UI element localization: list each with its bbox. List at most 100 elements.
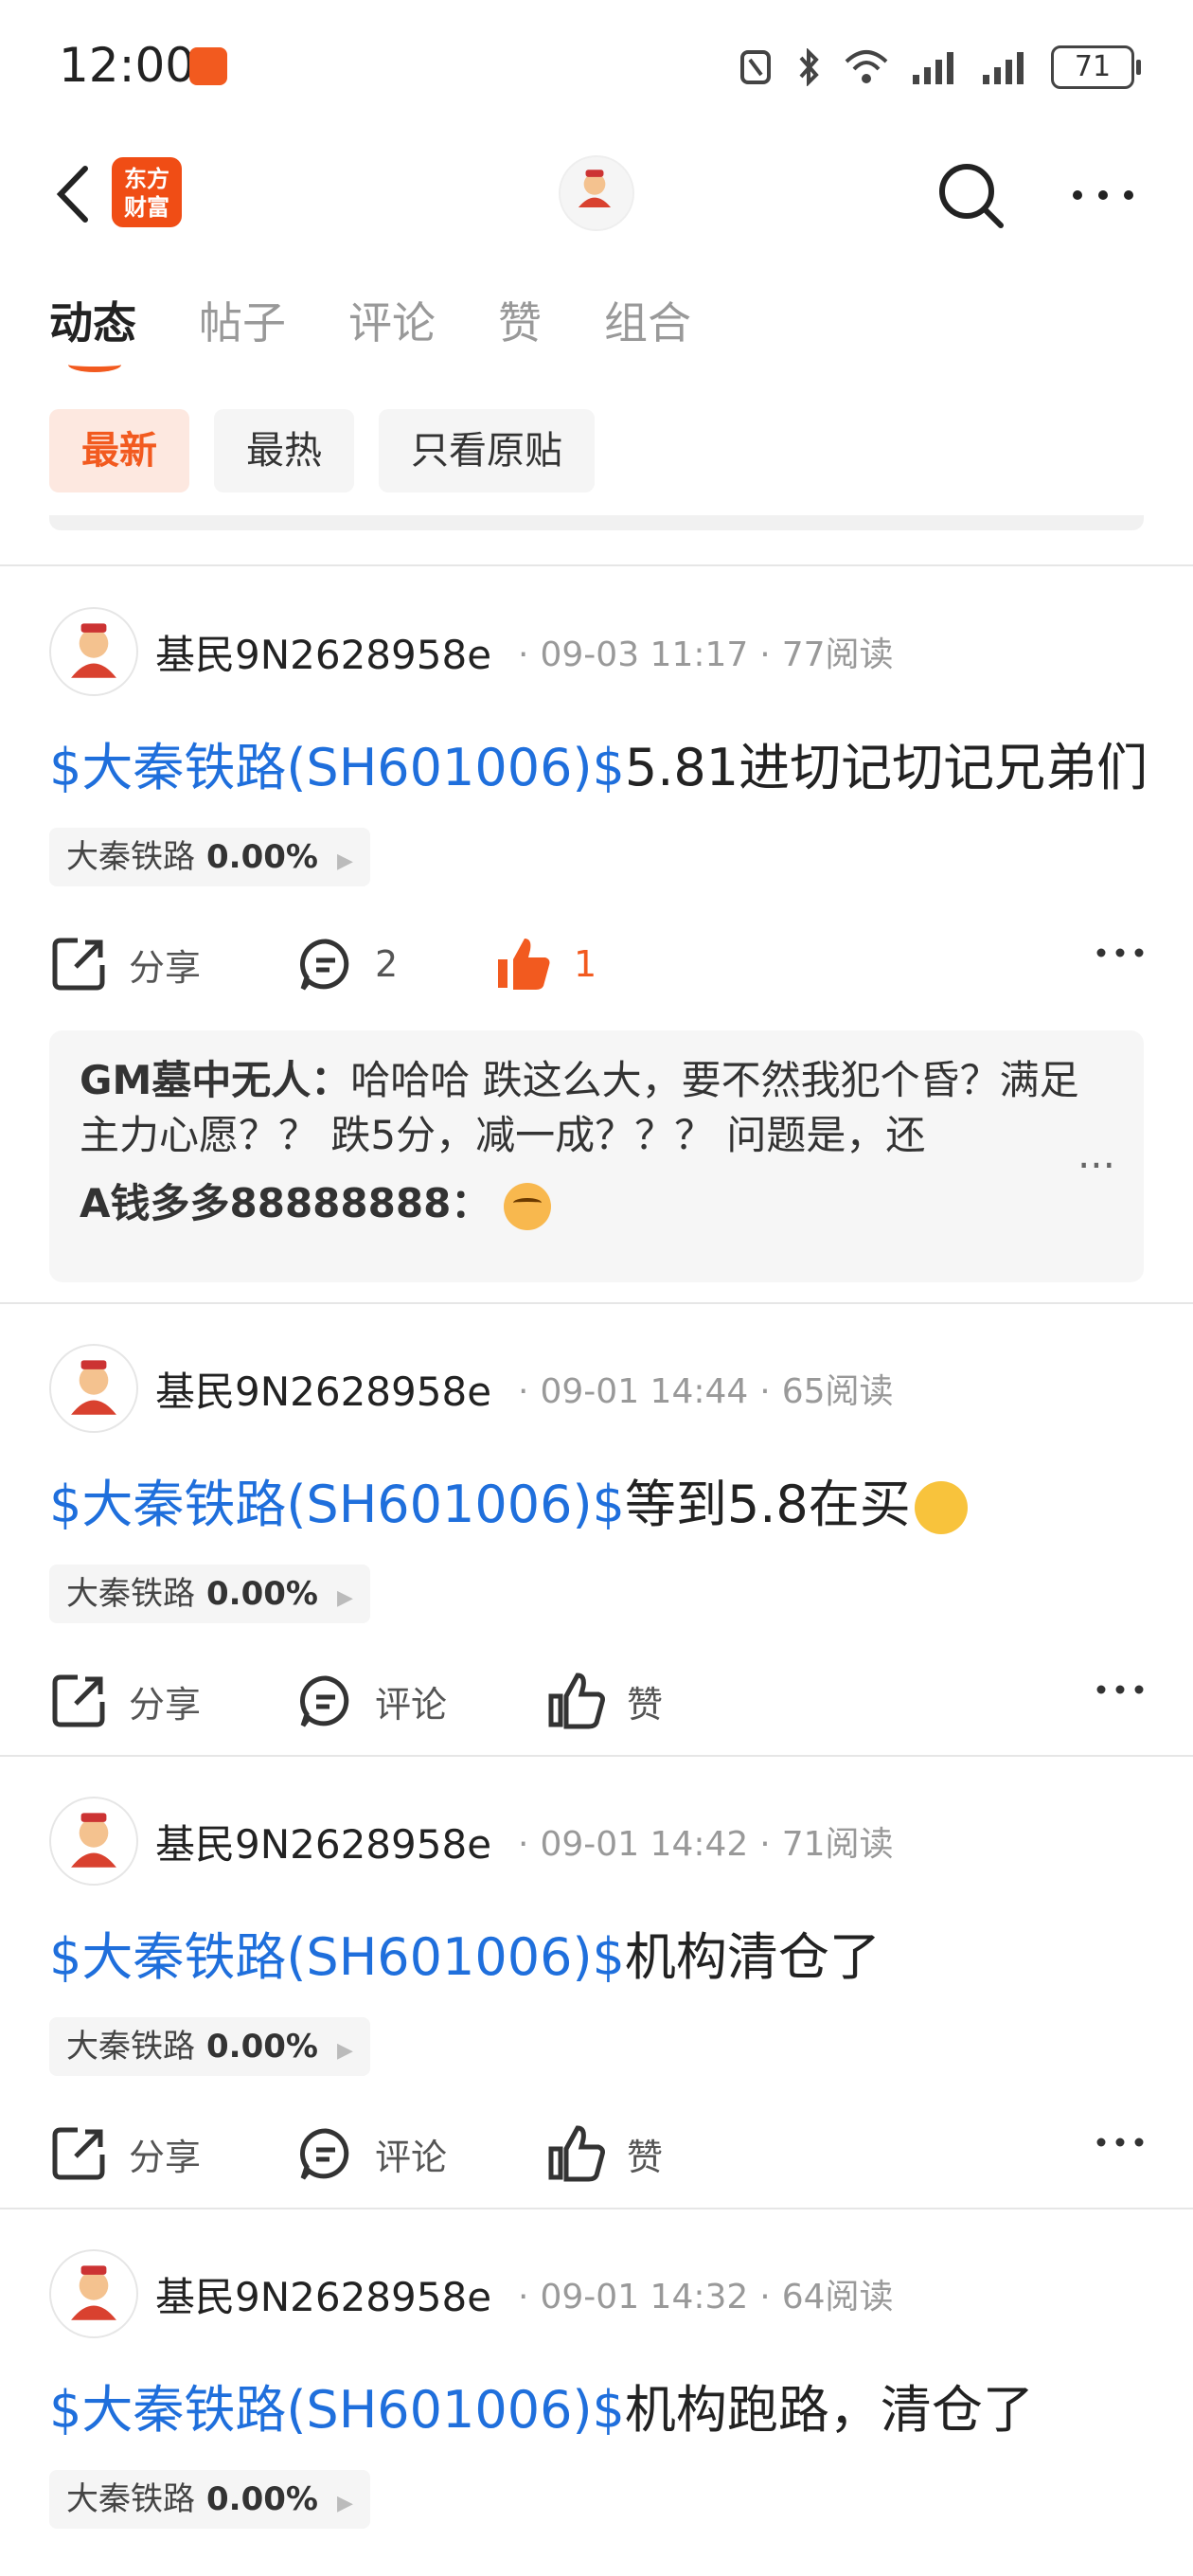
search-icon[interactable] — [933, 157, 1008, 233]
author-name[interactable]: 基民9N2628958e — [155, 623, 491, 681]
share-icon — [52, 1674, 105, 1727]
post-meta: · 09-03 11:17 · 77阅读 — [518, 635, 894, 674]
stock-link[interactable]: $大秦铁路(SH601006)$ — [49, 738, 625, 797]
stock-tag-name: 大秦铁路 — [66, 838, 195, 876]
share-icon — [52, 2127, 105, 2180]
post-actions: 分享 2 1 — [49, 926, 1144, 1002]
more-options-icon[interactable] — [1096, 2137, 1144, 2148]
comment-icon — [299, 939, 349, 991]
avatar[interactable] — [49, 1344, 138, 1433]
tab-dynamics[interactable]: 动态 — [49, 289, 136, 372]
comment-icon — [299, 1675, 349, 1727]
thumbs-up-icon — [548, 1673, 605, 1729]
laugh-cry-emoji-icon — [914, 1481, 968, 1535]
post-meta: · 09-01 14:32 · 64阅读 — [518, 2278, 894, 2317]
like-count: 1 — [574, 943, 597, 985]
signal-icon-2 — [983, 52, 1024, 84]
user-avatar-icon[interactable] — [559, 155, 634, 231]
tab-portfolio[interactable]: 组合 — [604, 289, 691, 351]
thumbs-up-filled-icon — [498, 939, 550, 990]
comment-item: GM墓中无人：哈哈哈 跌这么大，要不然我犯个昏？满足主力心愿？？ 跌5分，减一成… — [80, 1053, 1113, 1163]
read-count: 71阅读 — [781, 1825, 894, 1864]
share-icon — [52, 938, 105, 991]
post-content[interactable]: $大秦铁路(SH601006)$机构跑路，清仓了 — [49, 2368, 1034, 2442]
read-count: 65阅读 — [781, 1372, 894, 1411]
app-notification-icon — [189, 47, 227, 85]
comment-button[interactable]: 评论 — [297, 2116, 447, 2191]
nfc-icon — [740, 50, 771, 84]
commenter-name[interactable]: A钱多多88888888： — [80, 1180, 490, 1226]
post-content[interactable]: $大秦铁路(SH601006)$机构清仓了 — [49, 1915, 881, 1990]
filter-latest[interactable]: 最新 — [49, 409, 189, 492]
post-header: 基民9N2628958e · 09-01 14:32 · 64阅读 — [49, 2246, 894, 2341]
like-button[interactable]: 赞 — [547, 1663, 663, 1739]
stock-tag-change: 0.00% — [206, 1575, 318, 1613]
status-bar: 12:00 71 — [0, 0, 1193, 133]
signal-icon-1 — [913, 52, 953, 84]
play-arrow-icon: ▶ — [336, 2039, 353, 2063]
stock-tag[interactable]: 大秦铁路 0.00% ▶ — [49, 1565, 370, 1623]
more-options-icon[interactable] — [1096, 1684, 1144, 1695]
stock-link[interactable]: $大秦铁路(SH601006)$ — [49, 2380, 625, 2440]
comment-item: A钱多多88888888： — [80, 1176, 1113, 1231]
comment-ellipsis: ... — [1077, 1131, 1115, 1177]
author-name[interactable]: 基民9N2628958e — [155, 1813, 491, 1870]
post-content[interactable]: $大秦铁路(SH601006)$等到5.8在买 — [49, 1462, 968, 1537]
back-icon[interactable] — [47, 161, 104, 227]
like-label: 赞 — [627, 2136, 664, 2178]
more-options-icon[interactable] — [1096, 947, 1144, 958]
comment-button[interactable]: 评论 — [297, 1663, 447, 1739]
post-time: 09-03 11:17 — [540, 635, 749, 674]
post-time: 09-01 14:32 — [540, 2278, 749, 2317]
post-text: 等到5.8在买 — [624, 1475, 911, 1534]
share-button[interactable]: 分享 — [49, 1663, 201, 1739]
stock-tag[interactable]: 大秦铁路 0.00% ▶ — [49, 828, 370, 886]
author-name[interactable]: 基民9N2628958e — [155, 2265, 491, 2323]
filter-hottest[interactable]: 最热 — [214, 409, 354, 492]
share-button[interactable]: 分享 — [49, 2116, 201, 2191]
play-arrow-icon: ▶ — [336, 1586, 353, 1610]
avatar[interactable] — [49, 607, 138, 696]
stock-tag[interactable]: 大秦铁路 0.00% ▶ — [49, 2470, 370, 2529]
filter-original-only[interactable]: 只看原贴 — [379, 409, 595, 492]
share-button[interactable]: 分享 — [49, 926, 201, 1002]
tab-comments[interactable]: 评论 — [348, 289, 436, 351]
more-icon[interactable] — [1070, 186, 1136, 205]
avatar[interactable] — [49, 1797, 138, 1886]
top-navigation: 东方 财富 — [0, 133, 1193, 256]
comment-label: 评论 — [375, 2136, 448, 2178]
author-name[interactable]: 基民9N2628958e — [155, 1360, 491, 1418]
play-arrow-icon: ▶ — [336, 2492, 353, 2515]
tab-bar: 动态 帖子 评论 赞 组合 — [49, 289, 754, 372]
post-meta: · 09-01 14:42 · 71阅读 — [518, 1825, 894, 1864]
comment-button[interactable]: 2 — [297, 926, 398, 1002]
stock-tag[interactable]: 大秦铁路 0.00% ▶ — [49, 2017, 370, 2076]
post-meta: · 09-01 14:44 · 65阅读 — [518, 1372, 894, 1411]
read-count: 64阅读 — [781, 2278, 894, 2317]
avatar[interactable] — [49, 2249, 138, 2338]
post-header: 基民9N2628958e · 09-01 14:44 · 65阅读 — [49, 1341, 894, 1436]
comment-preview[interactable]: GM墓中无人：哈哈哈 跌这么大，要不然我犯个昏？满足主力心愿？？ 跌5分，减一成… — [49, 1030, 1144, 1282]
post-text: 机构清仓了 — [624, 1927, 881, 1987]
post-actions: 分享 评论 赞 — [49, 2116, 1144, 2191]
post-header: 基民9N2628958e · 09-03 11:17 · 77阅读 — [49, 604, 894, 699]
post-text: 机构跑路，清仓了 — [624, 2380, 1034, 2440]
read-count: 77阅读 — [781, 635, 894, 674]
stock-link[interactable]: $大秦铁路(SH601006)$ — [49, 1475, 625, 1534]
like-button[interactable]: 1 — [494, 926, 596, 1002]
sweat-emoji-icon — [503, 1182, 551, 1230]
tab-likes[interactable]: 赞 — [498, 289, 542, 351]
stock-link[interactable]: $大秦铁路(SH601006)$ — [49, 1927, 625, 1987]
post-content[interactable]: $大秦铁路(SH601006)$5.81进切记切记兄弟们 — [49, 725, 1148, 800]
tab-posts[interactable]: 帖子 — [199, 289, 286, 351]
filter-chips: 最新 最热 只看原贴 — [49, 409, 595, 492]
share-label: 分享 — [129, 1683, 202, 1726]
commenter-name[interactable]: GM墓中无人： — [80, 1057, 350, 1103]
status-time: 12:00 — [59, 38, 196, 93]
stock-tag-change: 0.00% — [206, 2028, 318, 2066]
share-label: 分享 — [129, 946, 202, 989]
like-button[interactable]: 赞 — [547, 2116, 663, 2191]
stock-tag-name: 大秦铁路 — [66, 2480, 195, 2518]
wifi-icon — [845, 50, 888, 83]
stock-tag-name: 大秦铁路 — [66, 1575, 195, 1613]
